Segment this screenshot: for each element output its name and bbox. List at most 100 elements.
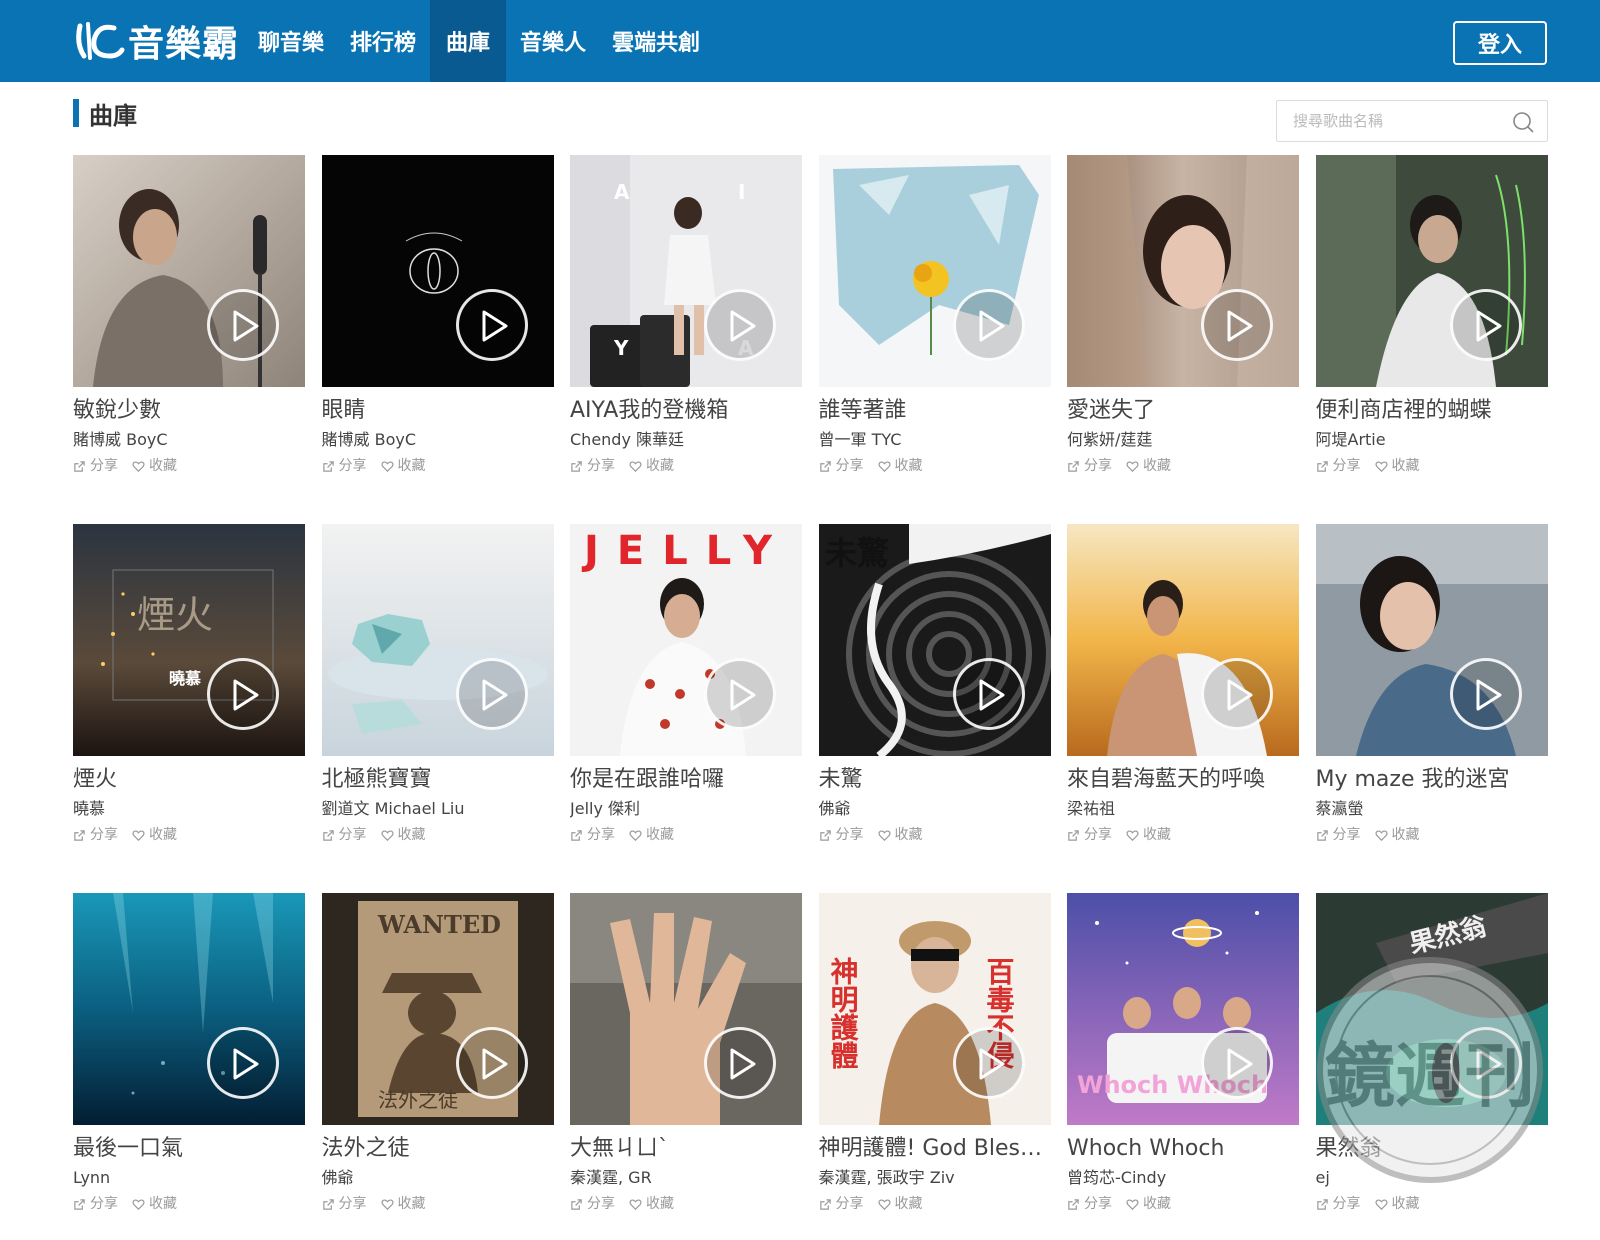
favorite-button[interactable]: 收藏 [629,457,674,475]
favorite-button[interactable]: 收藏 [629,1195,674,1213]
song-title[interactable]: 法外之徒 [322,1135,554,1163]
share-button[interactable]: 分享 [1316,826,1361,844]
nav-cloud-co-creation[interactable]: 雲端共創 [600,0,712,82]
share-button[interactable]: 分享 [1067,1195,1112,1213]
song-title[interactable]: 未驚 [819,766,1051,794]
song-artist[interactable]: 梁祐祖 [1067,799,1299,819]
play-icon[interactable] [207,289,279,361]
song-cover[interactable] [1315,524,1548,756]
song-title[interactable]: AIYA我的登機箱 [570,397,802,425]
favorite-button[interactable]: 收藏 [1126,1195,1171,1213]
share-button[interactable]: 分享 [570,457,615,475]
play-icon[interactable] [1201,1027,1273,1099]
song-title[interactable]: 敏銳少數 [73,397,305,425]
song-cover[interactable] [1067,524,1299,756]
nav-musicians[interactable]: 音樂人 [508,0,598,82]
favorite-button[interactable]: 收藏 [1126,457,1171,475]
share-button[interactable]: 分享 [322,1195,367,1213]
song-cover[interactable]: JELLY [570,524,802,756]
song-cover[interactable] [1315,155,1548,387]
song-title[interactable]: 煙火 [73,766,305,794]
song-artist[interactable]: 佛爺 [322,1168,554,1188]
favorite-button[interactable]: 收藏 [1126,826,1171,844]
song-title[interactable]: 誰等著誰 [819,397,1051,425]
song-artist[interactable]: 秦漢霆, 張政宇 Ziv [819,1168,1051,1188]
song-cover[interactable]: 煙火 曉慕 [73,524,305,756]
favorite-button[interactable]: 收藏 [1374,1195,1420,1213]
song-cover[interactable] [73,155,305,387]
favorite-button[interactable]: 收藏 [380,1195,426,1213]
song-artist[interactable]: 曉慕 [73,799,305,819]
song-title[interactable]: 大無ㄐㄩˋ [570,1135,802,1163]
play-icon[interactable] [455,1027,528,1099]
song-artist[interactable]: 阿堤Artie [1316,430,1548,450]
site-logo[interactable]: 音樂霸 [74,16,239,66]
play-icon[interactable] [1201,658,1273,730]
song-cover[interactable] [818,155,1051,387]
search-icon[interactable] [1511,110,1535,134]
nav-charts[interactable]: 排行榜 [338,0,428,82]
song-artist[interactable]: 秦漢霆, GR [570,1168,802,1188]
song-artist[interactable]: 曾一軍 TYC [819,430,1051,450]
play-icon[interactable] [704,289,776,361]
share-button[interactable]: 分享 [1067,457,1112,475]
play-icon[interactable] [952,1027,1025,1099]
song-cover[interactable]: WANTED 法外之徒 [321,893,554,1125]
favorite-button[interactable]: 收藏 [1374,826,1420,844]
song-cover[interactable]: 未驚 [818,524,1051,756]
song-cover[interactable]: 神明護體 百毒不侵 [818,893,1051,1125]
song-title[interactable]: 最後一口氣 [73,1135,305,1163]
song-cover[interactable] [73,893,305,1125]
play-icon[interactable] [1449,289,1522,361]
play-icon[interactable] [952,289,1025,361]
song-cover[interactable] [570,893,802,1125]
login-button[interactable]: 登入 [1453,21,1547,65]
song-artist[interactable]: 何紫妍/莛莛 [1067,430,1299,450]
share-button[interactable]: 分享 [1067,826,1112,844]
search-input[interactable] [1277,101,1502,141]
favorite-button[interactable]: 收藏 [132,826,177,844]
favorite-button[interactable]: 收藏 [877,826,923,844]
share-button[interactable]: 分享 [1316,1195,1361,1213]
favorite-button[interactable]: 收藏 [1374,457,1420,475]
song-title[interactable]: 來自碧海藍天的呼喚 [1067,766,1299,794]
share-button[interactable]: 分享 [73,1195,118,1213]
song-artist[interactable]: 佛爺 [819,799,1051,819]
favorite-button[interactable]: 收藏 [380,457,426,475]
play-icon[interactable] [704,1027,776,1099]
song-title[interactable]: 神明護體! God Bless... [819,1135,1051,1163]
song-artist[interactable]: 劉道文 Michael Liu [322,799,554,819]
song-artist[interactable]: Jelly 傑利 [570,799,802,819]
play-icon[interactable] [207,658,279,730]
share-button[interactable]: 分享 [1316,457,1361,475]
song-cover[interactable]: A I Y A [570,155,802,387]
play-icon[interactable] [455,289,528,361]
song-artist[interactable]: 賭博威 BoyC [73,430,305,450]
play-icon[interactable] [455,658,528,730]
favorite-button[interactable]: 收藏 [380,826,426,844]
favorite-button[interactable]: 收藏 [629,826,674,844]
song-cover[interactable] [321,155,554,387]
play-icon[interactable] [1201,289,1273,361]
share-button[interactable]: 分享 [819,1195,864,1213]
song-title[interactable]: My maze 我的迷宮 [1316,766,1548,794]
favorite-button[interactable]: 收藏 [132,457,177,475]
share-button[interactable]: 分享 [73,457,118,475]
song-title[interactable]: 便利商店裡的蝴蝶 [1316,397,1548,425]
song-artist[interactable]: 蔡瀛螢 [1316,799,1548,819]
song-cover[interactable] [1067,155,1299,387]
song-title[interactable]: 眼睛 [322,397,554,425]
nav-talk-music[interactable]: 聊音樂 [246,0,336,82]
favorite-button[interactable]: 收藏 [877,1195,923,1213]
song-artist[interactable]: 賭博威 BoyC [322,430,554,450]
share-button[interactable]: 分享 [819,457,864,475]
song-artist[interactable]: Chendy 陳華廷 [570,430,802,450]
nav-library[interactable]: 曲庫 [430,0,507,82]
play-icon[interactable] [1449,658,1522,730]
song-artist[interactable]: 曾筠芯-Cindy [1067,1168,1299,1188]
play-icon[interactable] [952,658,1025,730]
play-icon[interactable] [207,1027,279,1099]
favorite-button[interactable]: 收藏 [877,457,923,475]
share-button[interactable]: 分享 [570,1195,615,1213]
play-icon[interactable] [704,658,776,730]
